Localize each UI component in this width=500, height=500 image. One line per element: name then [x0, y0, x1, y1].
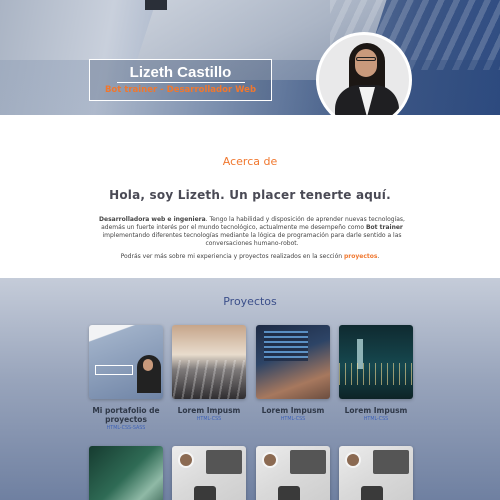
project-tech: HTML-CSS [280, 417, 306, 422]
name-divider [116, 82, 245, 83]
project-tech: HTML-CSS-SASS [106, 426, 146, 431]
about-more: Podrás ver más sobre mi experiencia y pr… [0, 253, 500, 260]
project-card[interactable] [172, 446, 246, 500]
project-card[interactable]: Lorem Impusm HTML-CSS [339, 325, 413, 422]
thumb-keyboard [373, 450, 409, 474]
project-title[interactable]: Mi portafolio de proyectos [89, 406, 163, 424]
name-card: Lizeth Castillo Bot trainer - Desarrolla… [89, 59, 272, 101]
project-thumbnail[interactable] [172, 446, 246, 500]
thumb-phone [278, 486, 300, 500]
about-greeting: Hola, soy Lizeth. Un placer tenerte aquí… [109, 188, 391, 202]
more-end: . [377, 253, 380, 260]
thumb-rails [172, 360, 246, 399]
projects-section: Proyectos Mi portafolio de proyectos HTM… [0, 278, 500, 500]
project-thumbnail[interactable] [339, 446, 413, 500]
hero-role: Bot trainer - Desarrollador Web [104, 85, 257, 95]
project-title[interactable]: Lorem Impusm [172, 406, 246, 415]
about-heading: Acerca de [222, 155, 278, 168]
thumb-name-box [95, 365, 133, 375]
project-card[interactable] [256, 446, 330, 500]
about-bio: Desarrolladora web e ingeniera. Tengo la… [88, 216, 416, 248]
thumb-cup [345, 452, 361, 468]
thumb-lights [339, 363, 413, 385]
project-tech: HTML-CSS [363, 417, 389, 422]
bio-text-2: implementando diferentes tecnologías med… [102, 232, 402, 247]
project-thumbnail[interactable] [172, 325, 246, 399]
projects-link[interactable]: proyectos [344, 253, 377, 260]
more-text: Podrás ver más sobre mi experiencia y pr… [120, 253, 344, 260]
project-thumbnail[interactable] [256, 325, 330, 399]
bio-role: Bot trainer [365, 224, 403, 231]
project-card[interactable]: Mi portafolio de proyectos HTML-CSS-SASS [89, 325, 163, 431]
hero-banner: Lizeth Castillo Bot trainer - Desarrolla… [0, 0, 500, 115]
project-card[interactable] [339, 446, 413, 500]
laptop-logo-icon [145, 0, 167, 10]
project-card[interactable]: Lorem Impusm HTML-CSS [172, 325, 246, 422]
project-title[interactable]: Lorem Impusm [339, 406, 413, 415]
bio-strong: Desarrolladora web e ingeniera [99, 216, 206, 223]
thumb-keyboard [206, 450, 242, 474]
project-thumbnail[interactable] [339, 325, 413, 399]
thumb-face [143, 359, 153, 371]
about-section: Acerca de Hola, soy Lizeth. Un placer te… [0, 115, 500, 278]
project-card[interactable] [89, 446, 163, 500]
projects-heading: Proyectos [223, 295, 277, 308]
hero-name: Lizeth Castillo [129, 64, 232, 81]
avatar-glasses [356, 57, 376, 61]
avatar-face [355, 49, 377, 77]
thumb-phone [194, 486, 216, 500]
thumb-cup [178, 452, 194, 468]
project-card[interactable]: Lorem Impusm HTML-CSS [256, 325, 330, 422]
project-tech: HTML-CSS [196, 417, 222, 422]
thumb-keyboard [290, 450, 326, 474]
project-thumbnail[interactable] [89, 325, 163, 399]
thumb-phone [361, 486, 383, 500]
thumb-screen [264, 331, 308, 361]
project-thumbnail[interactable] [89, 446, 163, 500]
profile-avatar [316, 32, 412, 128]
project-thumbnail[interactable] [256, 446, 330, 500]
project-title[interactable]: Lorem Impusm [256, 406, 330, 415]
thumb-cup [262, 452, 278, 468]
